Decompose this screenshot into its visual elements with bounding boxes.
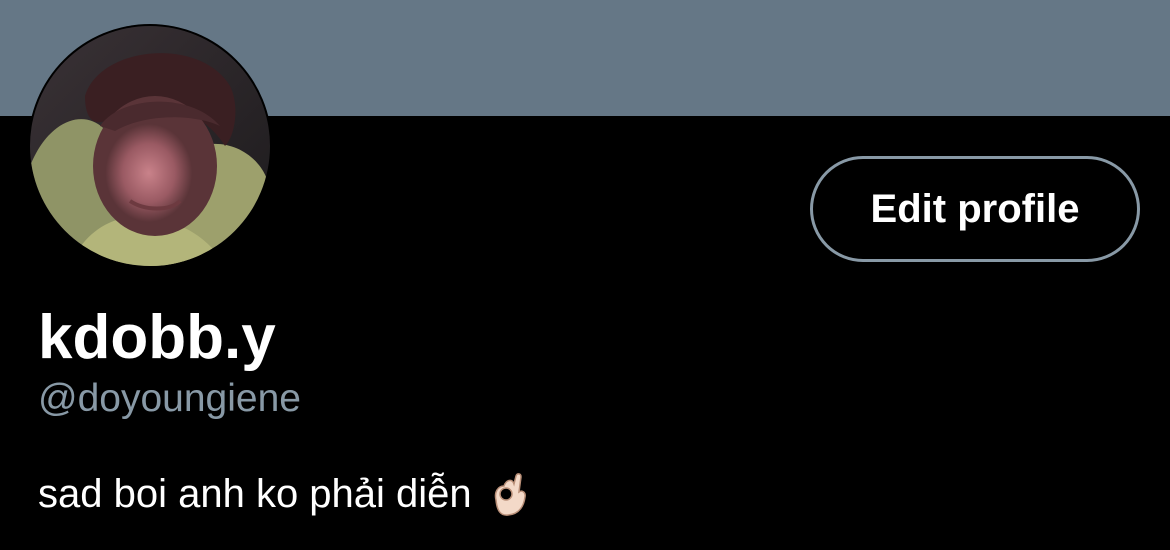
bio-text: sad boi anh ko phải diễn <box>38 472 472 516</box>
profile-bio: sad boi anh ko phải diễn <box>38 468 530 520</box>
ok-hand-icon <box>486 470 530 518</box>
display-name: kdobb.y <box>38 303 276 372</box>
avatar[interactable] <box>28 24 272 268</box>
edit-profile-button[interactable]: Edit profile <box>810 156 1140 262</box>
username-handle[interactable]: @doyoungiene <box>38 374 301 424</box>
avatar-image <box>30 26 270 266</box>
